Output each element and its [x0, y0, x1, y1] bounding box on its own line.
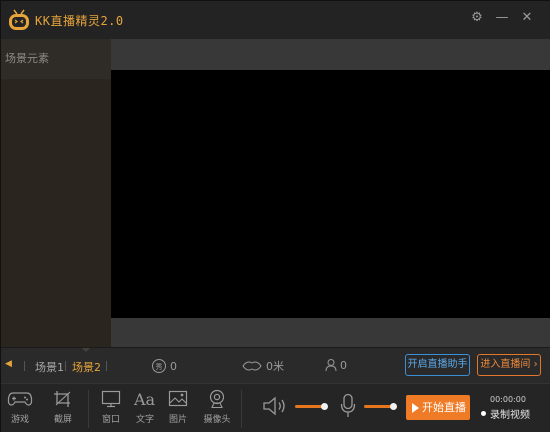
scene-tab-2[interactable]: 场景2 [72, 359, 101, 375]
gamepad-icon [7, 392, 33, 406]
open-assistant-button[interactable]: 开启直播助手 [405, 354, 470, 376]
show-icon: 秀 [152, 359, 166, 373]
record-video-button[interactable]: 录制视频 [481, 406, 530, 421]
viewer-stat: 0 [325, 358, 347, 372]
scene-elements-panel: 场景元素 [1, 39, 111, 347]
app-window: KK直播精灵2.0 ⚙ — ✕ 场景元素 ◀ 场景1 场景2 秀 0 0米 0 … [0, 0, 550, 432]
tool-screenshot-button[interactable]: 截屏 [45, 388, 81, 425]
speaker-icon[interactable] [262, 395, 290, 417]
live-preview[interactable] [111, 70, 550, 318]
flower-stat: 0米 [241, 358, 284, 374]
window-icon [101, 390, 121, 408]
speaker-volume-slider[interactable] [295, 403, 331, 410]
tool-window-button[interactable]: 窗口 [93, 388, 129, 425]
active-scene-pointer [82, 348, 90, 352]
tool-text-button[interactable]: Aa 文字 [127, 388, 163, 425]
minimize-button[interactable]: — [492, 8, 512, 28]
divider [88, 390, 89, 428]
scene-elements-header: 场景元素 [1, 39, 111, 79]
mic-volume-fill [364, 405, 393, 408]
preview-bottom-band [111, 318, 550, 347]
divider [106, 361, 107, 371]
enter-room-button[interactable]: 进入直播间 › [477, 354, 541, 376]
scene-bar: ◀ 场景1 场景2 秀 0 0米 0 开启直播助手 进入直播间 › [1, 347, 550, 383]
divider [65, 361, 66, 371]
enter-room-label: 进入直播间 [480, 359, 531, 370]
crop-icon [54, 391, 71, 407]
tool-game-label: 游戏 [10, 415, 29, 425]
show-count: 0 [170, 359, 177, 373]
chevron-right-icon: › [533, 359, 538, 370]
title-bar[interactable]: KK直播精灵2.0 ⚙ — ✕ [1, 1, 550, 39]
speaker-volume-fill [295, 405, 324, 408]
svg-text:秀: 秀 [156, 362, 163, 371]
settings-gear-icon[interactable]: ⚙ [467, 8, 487, 28]
preview-top-band [111, 39, 550, 70]
tool-game-button[interactable]: 游戏 [2, 388, 38, 425]
microphone-icon[interactable] [340, 393, 356, 419]
svg-text:Aa: Aa [134, 390, 156, 408]
divider [24, 361, 25, 371]
image-icon [168, 390, 188, 407]
tool-camera-button[interactable]: 摄像头 [199, 388, 235, 425]
tool-image-button[interactable]: 图片 [160, 388, 196, 425]
tool-text-label: 文字 [135, 415, 154, 425]
mic-volume-knob[interactable] [390, 403, 397, 410]
app-logo-icon [9, 9, 29, 30]
scene-tab-1[interactable]: 场景1 [35, 359, 64, 375]
close-button[interactable]: ✕ [517, 8, 537, 28]
source-toolbar: 游戏 截屏 窗口 Aa 文字 图片 摄像头 开始直播 00:00:00 录制视频 [1, 383, 550, 432]
record-dot-icon [481, 411, 486, 416]
tool-image-label: 图片 [168, 415, 187, 425]
divider [241, 390, 242, 428]
record-timer: 00:00:00 [490, 395, 526, 404]
scene-scroll-left-icon[interactable]: ◀ [5, 359, 12, 369]
camera-icon [209, 389, 225, 409]
tool-window-label: 窗口 [101, 415, 120, 425]
viewer-count: 0 [340, 358, 347, 372]
show-stat: 秀 0 [151, 358, 177, 374]
mic-volume-slider[interactable] [364, 403, 400, 410]
play-icon [412, 403, 419, 413]
user-icon [325, 359, 337, 372]
start-live-label: 开始直播 [422, 401, 466, 414]
flower-icon [242, 361, 262, 371]
start-live-button[interactable]: 开始直播 [406, 395, 470, 420]
tool-screenshot-label: 截屏 [53, 415, 72, 425]
tool-camera-label: 摄像头 [203, 415, 231, 425]
flower-count: 0米 [266, 360, 284, 373]
text-icon: Aa [134, 390, 156, 408]
speaker-volume-knob[interactable] [321, 403, 328, 410]
record-video-label: 录制视频 [490, 410, 530, 421]
app-title: KK直播精灵2.0 [35, 14, 124, 28]
